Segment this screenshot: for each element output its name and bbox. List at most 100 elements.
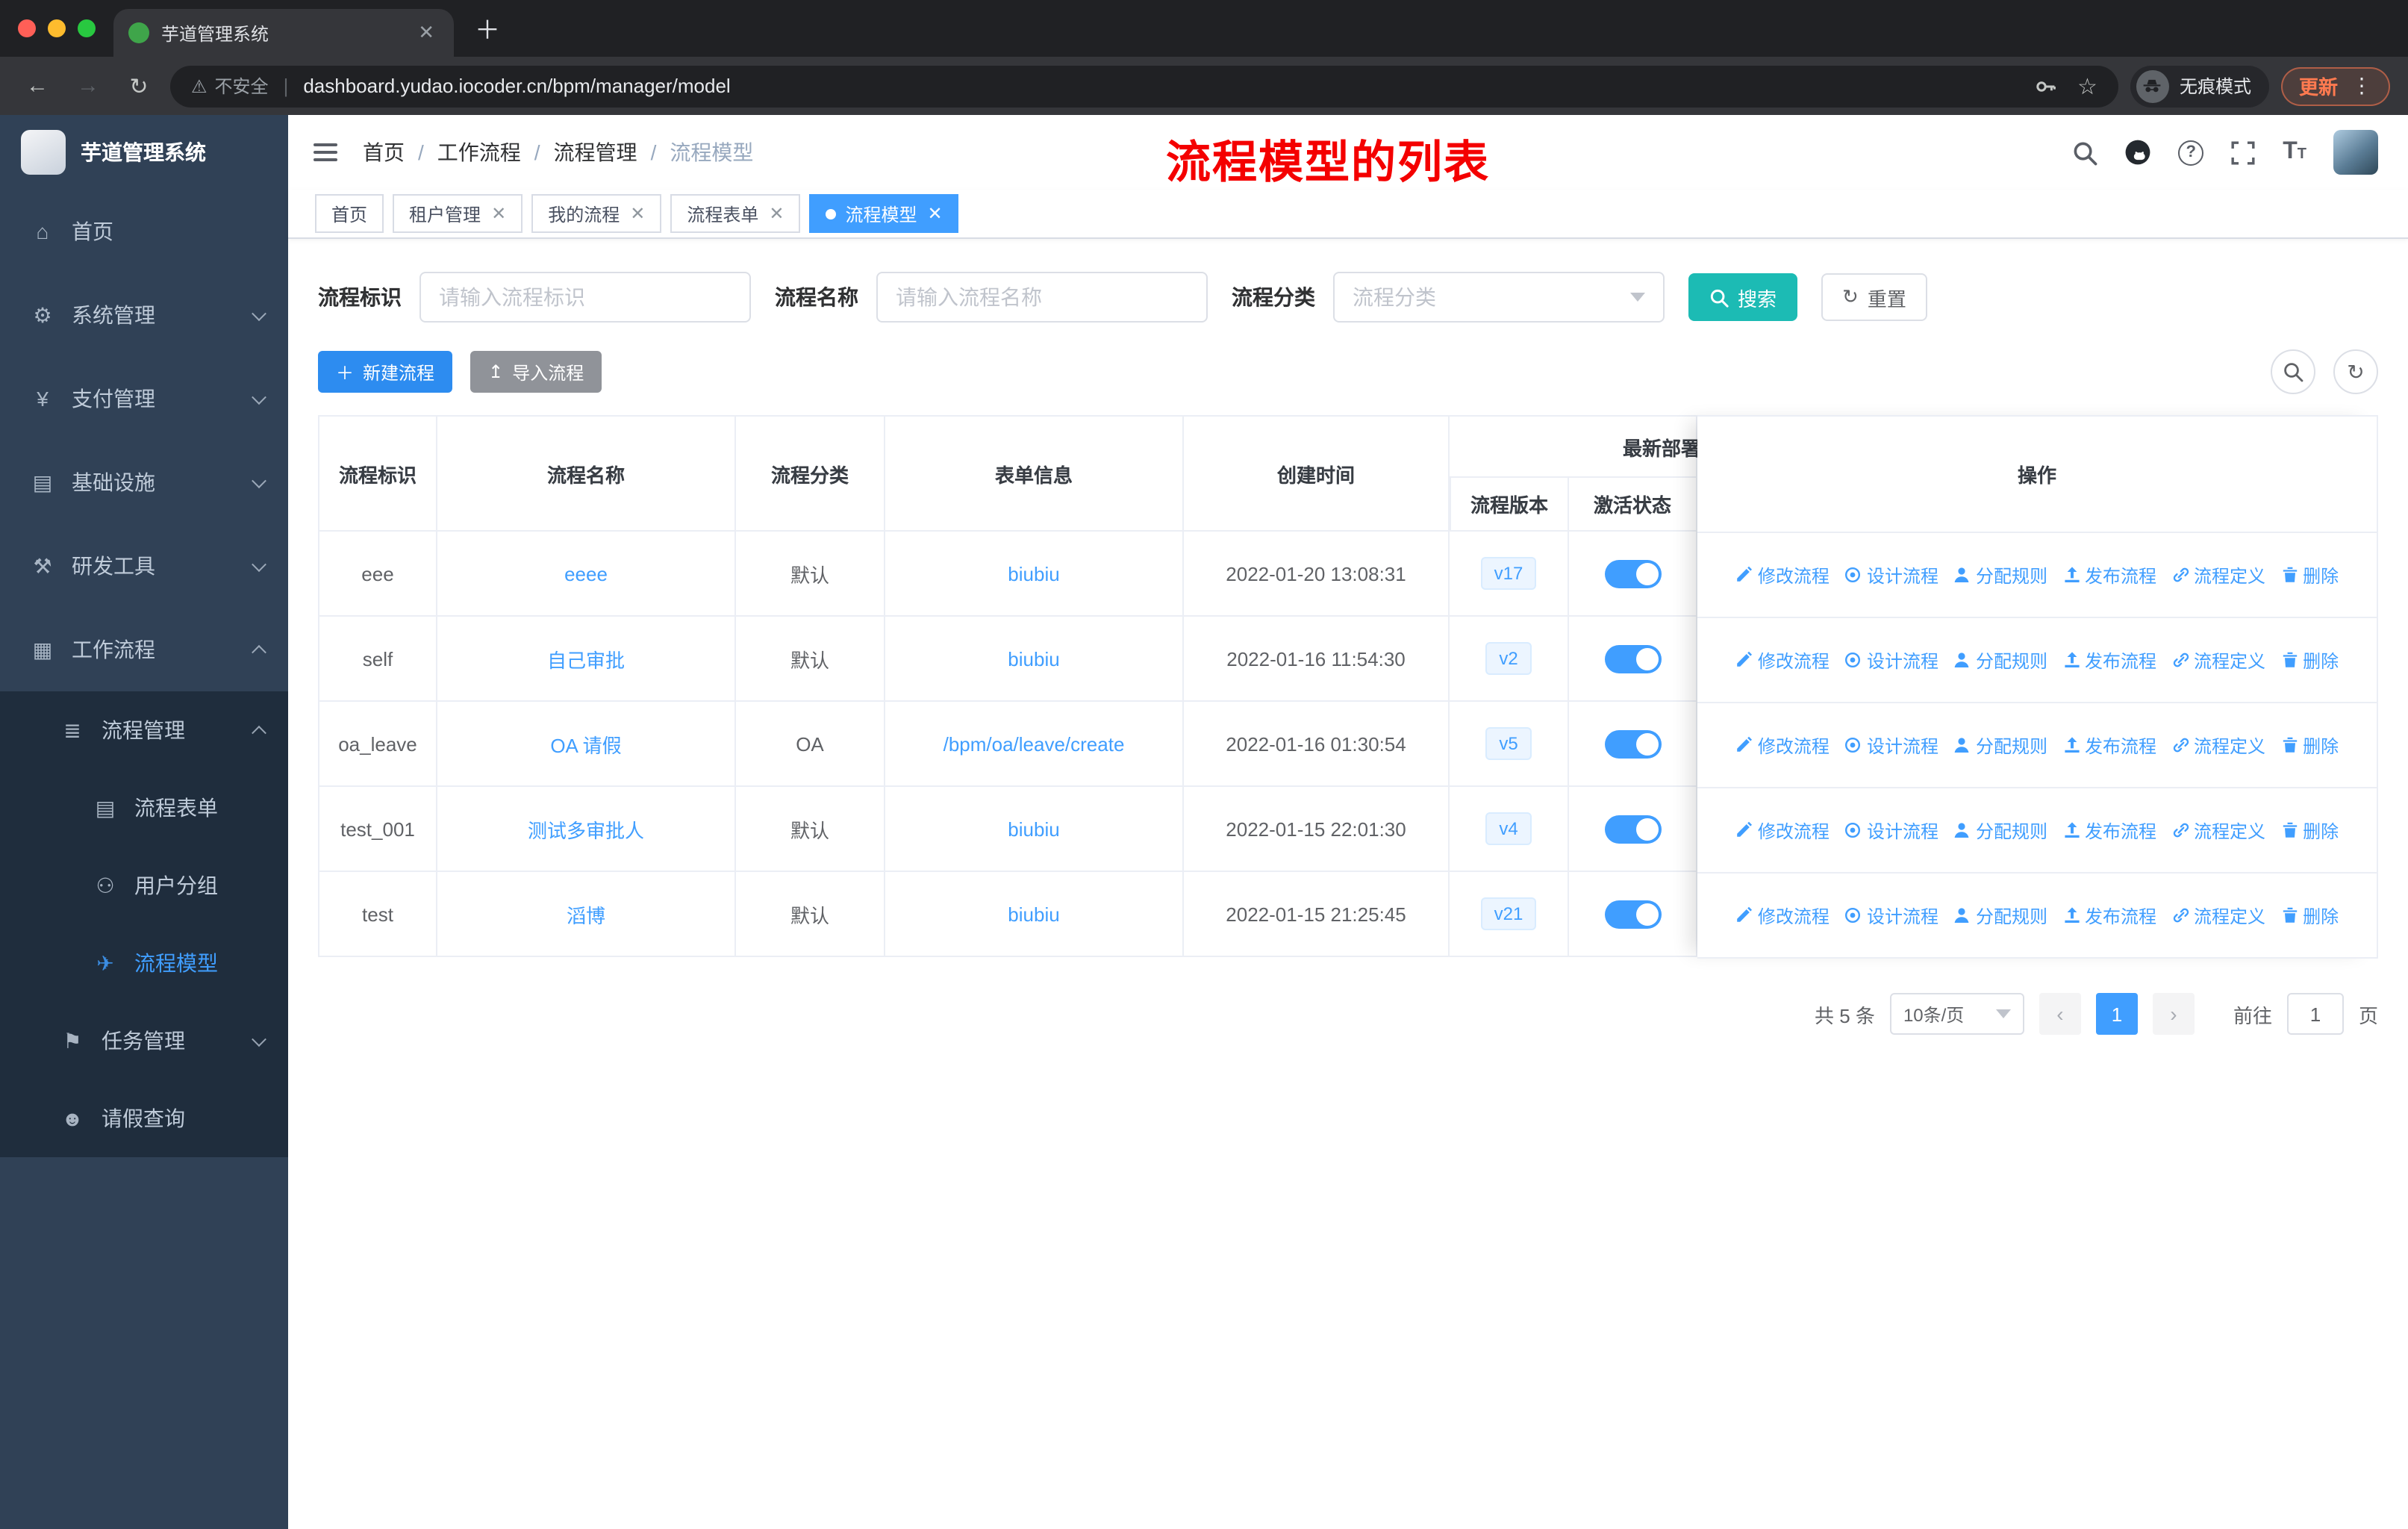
breadcrumb-item[interactable]: 首页 [363,137,405,167]
assign-rules-link[interactable]: 分配规则 [1953,903,2047,928]
close-icon[interactable]: ✕ [928,203,943,224]
assign-rules-link[interactable]: 分配规则 [1953,562,2047,588]
user-avatar[interactable] [2333,130,2378,175]
refresh-table-button[interactable]: ↻ [2333,349,2378,394]
close-window-button[interactable] [18,19,36,37]
tab-close-icon[interactable]: ✕ [414,21,439,45]
maximize-window-button[interactable] [78,19,96,37]
sidebar-item-system-manage[interactable]: ⚙ 系统管理 [0,273,288,357]
sidebar-item-workflow[interactable]: ▦ 工作流程 [0,608,288,691]
tag-my-process[interactable]: 我的流程 ✕ [531,194,662,233]
sidebar-item-dev-tools[interactable]: ⚒ 研发工具 [0,524,288,608]
tag-process-model[interactable]: 流程模型 ✕ [809,194,959,233]
reset-button[interactable]: ↻ 重置 [1821,273,1927,321]
help-icon[interactable]: ? [2178,140,2204,165]
form-info-link[interactable]: biubiu [1008,903,1059,925]
active-toggle[interactable] [1604,644,1661,673]
filter-input-流程标识[interactable] [419,272,751,323]
model-name-link[interactable]: 自己审批 [547,649,625,671]
search-icon[interactable] [2072,140,2097,165]
sidebar-item-home[interactable]: ⌂ 首页 [0,190,288,273]
design-process-link[interactable]: 设计流程 [1844,647,1938,673]
reload-button[interactable]: ↻ [119,72,158,99]
publish-process-link[interactable]: 发布流程 [2062,562,2156,588]
filter-select[interactable]: 流程分类 [1333,272,1665,323]
process-definition-link[interactable]: 流程定义 [2171,732,2265,758]
modify-process-link[interactable]: 修改流程 [1735,903,1830,928]
sidebar-item-process-form[interactable]: ▤ 流程表单 [0,769,288,847]
form-info-link[interactable]: biubiu [1008,647,1059,670]
publish-process-link[interactable]: 发布流程 [2062,647,2156,673]
tag-process-form[interactable]: 流程表单 ✕ [670,194,801,233]
process-definition-link[interactable]: 流程定义 [2171,903,2265,928]
model-name-link[interactable]: 滔博 [567,904,605,927]
app-logo[interactable]: 芋道管理系统 [0,115,288,190]
tag-tenant-manage[interactable]: 租户管理 ✕ [393,194,523,233]
modify-process-link[interactable]: 修改流程 [1735,647,1830,673]
import-process-button[interactable]: ↥ 导入流程 [470,351,602,393]
close-icon[interactable]: ✕ [491,203,506,224]
process-definition-link[interactable]: 流程定义 [2171,562,2265,588]
filter-input-流程名称[interactable] [876,272,1208,323]
github-icon[interactable] [2124,139,2151,166]
sidebar-item-process-model[interactable]: ✈ 流程模型 [0,924,288,1002]
fullscreen-icon[interactable] [2230,140,2256,165]
model-name-link[interactable]: OA 请假 [550,734,621,756]
modify-process-link[interactable]: 修改流程 [1735,818,1830,843]
publish-process-link[interactable]: 发布流程 [2062,818,2156,843]
assign-rules-link[interactable]: 分配规则 [1953,732,2047,758]
breadcrumb-item[interactable]: 工作流程 [437,137,521,167]
tag-home[interactable]: 首页 [315,194,384,233]
sidebar-item-infrastructure[interactable]: ▤ 基础设施 [0,440,288,524]
form-info-link[interactable]: biubiu [1008,562,1059,585]
active-toggle[interactable] [1604,559,1661,588]
security-warning[interactable]: ⚠ 不安全 [191,73,269,99]
sidebar-item-payment-manage[interactable]: ¥ 支付管理 [0,357,288,440]
page-size-select[interactable]: 10条/页 [1889,993,2024,1035]
design-process-link[interactable]: 设计流程 [1844,903,1938,928]
form-info-link[interactable]: biubiu [1008,818,1059,840]
model-name-link[interactable]: 测试多审批人 [528,819,644,841]
active-toggle[interactable] [1604,815,1661,843]
process-definition-link[interactable]: 流程定义 [2171,647,2265,673]
close-icon[interactable]: ✕ [769,203,784,224]
minimize-window-button[interactable] [48,19,66,37]
bookmark-star-icon[interactable]: ☆ [2077,72,2097,99]
form-info-link[interactable]: /bpm/oa/leave/create [943,732,1125,755]
back-button[interactable]: ← [18,73,57,99]
process-definition-link[interactable]: 流程定义 [2171,818,2265,843]
sidebar-item-task-manage[interactable]: ⚑ 任务管理 [0,1002,288,1080]
modify-process-link[interactable]: 修改流程 [1735,732,1830,758]
browser-menu-icon[interactable]: ⋮ [2351,73,2372,99]
prev-page-button[interactable]: ‹ [2039,993,2081,1035]
forward-button[interactable]: → [69,73,107,99]
active-toggle[interactable] [1604,900,1661,928]
password-key-icon[interactable] [2033,74,2056,98]
modify-process-link[interactable]: 修改流程 [1735,562,1830,588]
toggle-search-button[interactable] [2271,349,2315,394]
incognito-badge[interactable]: 无痕模式 [2130,65,2269,107]
font-size-icon[interactable]: TT [2283,140,2306,164]
assign-rules-link[interactable]: 分配规则 [1953,647,2047,673]
design-process-link[interactable]: 设计流程 [1844,818,1938,843]
active-toggle[interactable] [1604,729,1661,758]
breadcrumb-item[interactable]: 流程管理 [554,137,637,167]
design-process-link[interactable]: 设计流程 [1844,732,1938,758]
browser-tab[interactable]: 芋道管理系统 ✕ [113,9,454,57]
delete-link[interactable]: 删除 [2280,732,2339,758]
sidebar-item-user-group[interactable]: ⚇ 用户分组 [0,847,288,924]
delete-link[interactable]: 删除 [2280,647,2339,673]
design-process-link[interactable]: 设计流程 [1844,562,1938,588]
new-tab-button[interactable]: ＋ [475,9,500,46]
close-icon[interactable]: ✕ [630,203,645,224]
create-process-button[interactable]: ＋ 新建流程 [318,351,453,393]
delete-link[interactable]: 删除 [2280,818,2339,843]
browser-update-button[interactable]: 更新 ⋮ [2280,66,2390,105]
sidebar-collapse-icon[interactable] [288,140,363,164]
sidebar-item-process-manage[interactable]: ≣ 流程管理 [0,691,288,769]
address-bar[interactable]: ⚠ 不安全 | dashboard.yudao.iocoder.cn/bpm/m… [170,65,2118,107]
page-number-button[interactable]: 1 [2095,993,2138,1035]
publish-process-link[interactable]: 发布流程 [2062,903,2156,928]
delete-link[interactable]: 删除 [2280,903,2339,928]
publish-process-link[interactable]: 发布流程 [2062,732,2156,758]
